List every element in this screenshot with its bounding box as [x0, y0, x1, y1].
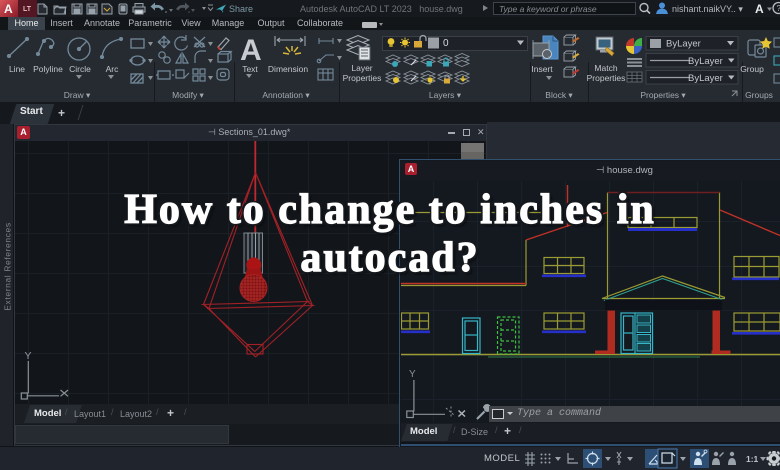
svg-text:0: 0	[443, 38, 449, 49]
svg-text:Y: Y	[25, 350, 32, 362]
svg-text:?: ?	[777, 4, 780, 13]
svg-text:LT: LT	[23, 6, 32, 13]
svg-text:ByLayer: ByLayer	[666, 39, 701, 50]
svg-text:A: A	[4, 2, 13, 16]
svg-text:A: A	[755, 2, 764, 16]
svg-text:ByLayer: ByLayer	[688, 73, 723, 84]
svg-text:Share: Share	[229, 4, 253, 14]
svg-text:1:1: 1:1	[746, 454, 759, 464]
svg-text:Y: Y	[409, 369, 416, 380]
svg-text:A: A	[240, 34, 262, 67]
svg-text:ByLayer: ByLayer	[688, 56, 723, 67]
